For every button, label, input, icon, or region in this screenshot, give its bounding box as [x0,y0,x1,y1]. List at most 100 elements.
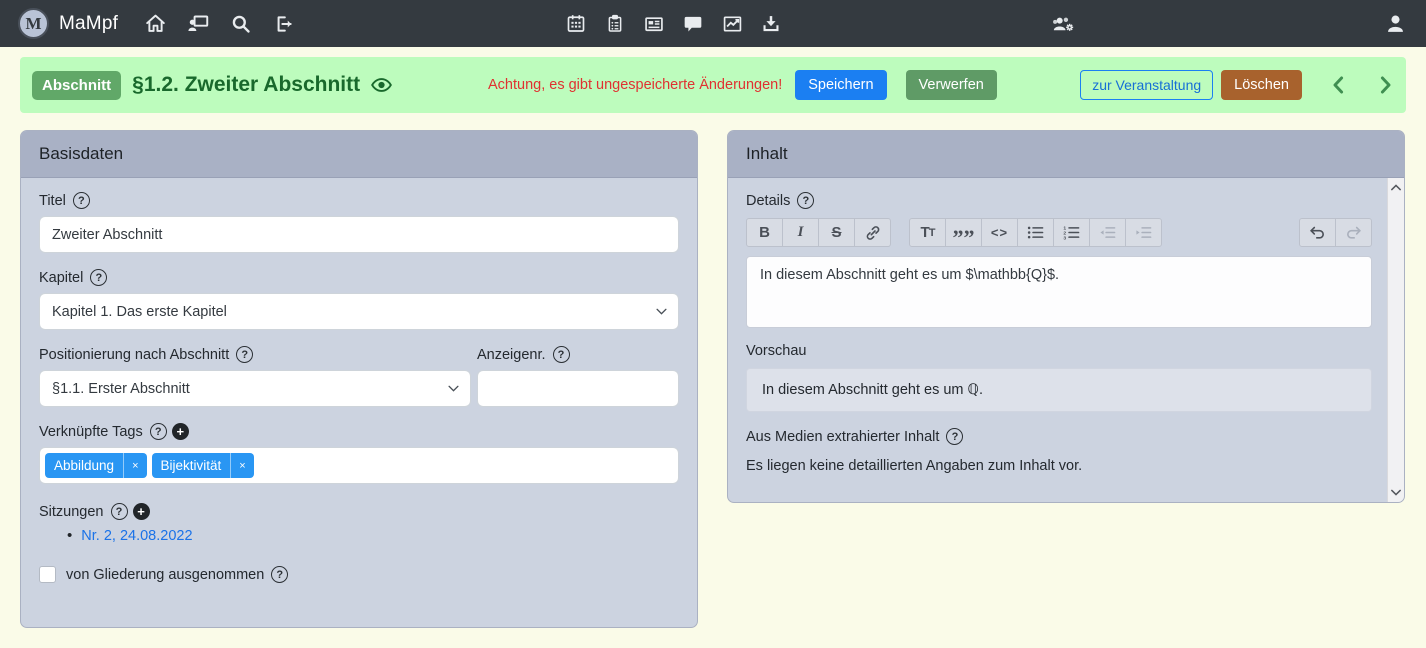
position-row: Positionierung nach Abschnitt ? §1.1. Er… [39,346,679,407]
bold-button[interactable]: B [746,218,783,247]
tags-help-icon[interactable]: ? [149,423,167,440]
extracted-help-icon[interactable]: ? [946,428,964,445]
tags-label-row: Verknüpfte Tags ? + [39,423,679,440]
anzeigenr-help-icon[interactable]: ? [552,346,570,363]
numbered-list-button[interactable]: 123 [1053,218,1090,247]
details-label: Details [746,192,791,209]
bullet-icon: • [67,527,73,544]
details-editor[interactable]: In diesem Abschnitt geht es um $\mathbb{… [746,256,1372,328]
basisdaten-body: Titel ? Kapitel ? Kapitel 1. Das erste K… [21,178,697,627]
vorschau-label: Vorschau [746,343,807,359]
text-style-group: B I S [746,218,891,247]
position-help-icon[interactable]: ? [236,346,254,363]
comment-icon[interactable] [680,11,706,37]
nav-admin-group [1050,11,1076,37]
user-icon[interactable] [1382,11,1408,37]
gliederung-help-icon[interactable]: ? [271,566,289,583]
position-label: Positionierung nach Abschnitt [39,346,230,363]
undo-button[interactable] [1299,218,1336,247]
sitzungen-label: Sitzungen [39,503,104,520]
delete-button[interactable]: Löschen [1221,70,1302,100]
inhalt-body: Details ? B I S TT ”” <> 123 In diesem A… [728,178,1404,502]
sitzungen-group: Sitzungen ? + • Nr. 2, 24.08.2022 [39,503,679,544]
anzeigenr-label: Anzeigenr. [477,346,546,363]
newspaper-icon[interactable] [641,11,667,37]
heading-button[interactable]: TT [909,218,946,247]
kapitel-help-icon[interactable]: ? [90,269,108,286]
anzeigenr-input[interactable] [477,370,679,407]
tags-label: Verknüpfte Tags [39,423,143,440]
tag-label: Bijektivität [160,458,222,473]
to-event-button[interactable]: zur Veranstaltung [1080,70,1214,100]
block-style-group: TT ”” <> 123 [909,218,1162,248]
brand[interactable]: M MaMpf [18,8,118,39]
italic-button[interactable]: I [782,218,819,247]
kapitel-label: Kapitel [39,269,84,286]
extracted-label: Aus Medien extrahierter Inhalt [746,428,940,445]
anzeigenr-group: Anzeigenr. ? [477,346,679,407]
sign-out-icon[interactable] [271,11,297,37]
code-button[interactable]: <> [981,218,1018,247]
chevron-right-icon[interactable] [1375,72,1396,98]
unsaved-warning: Achtung, es gibt ungespeicherte Änderung… [488,77,783,93]
alert-right-group: zur Veranstaltung Löschen [1080,70,1396,100]
position-select[interactable]: §1.1. Erster Abschnitt [39,370,471,407]
tag-label: Abbildung [54,458,115,473]
clipboard-list-icon[interactable] [602,11,628,37]
svg-text:1: 1 [1063,226,1066,232]
add-sitzung-icon[interactable]: + [132,503,150,520]
position-group: Positionierung nach Abschnitt ? §1.1. Er… [39,346,471,407]
titel-input[interactable] [39,216,679,253]
chevron-down-icon [656,308,667,315]
page-title: §1.2. Zweiter Abschnitt [132,73,361,96]
titel-help-icon[interactable]: ? [72,192,90,209]
inhalt-panel: Inhalt Details ? B I S TT ”” <> 1 2 3 In… [727,130,1405,503]
vorschau-period: . [978,382,983,398]
panel-scrollbar[interactable] [1387,178,1404,502]
quote-button[interactable]: ”” [945,218,982,248]
users-gear-icon[interactable] [1050,11,1076,37]
home-icon[interactable] [142,11,168,37]
eye-icon[interactable] [369,74,394,96]
scroll-down-icon[interactable] [1388,484,1404,501]
download-icon[interactable] [758,11,784,37]
strikethrough-button[interactable]: S [818,218,855,247]
link-button[interactable] [854,218,891,247]
sitzungen-label-row: Sitzungen ? + [39,503,679,520]
search-icon[interactable] [228,11,254,37]
gliederung-checkbox[interactable] [39,566,56,583]
vorschau-text: In diesem Abschnitt geht es um [762,382,968,398]
outdent-button[interactable] [1089,218,1126,247]
tags-group: Verknüpfte Tags ? + Abbildung × Bijektiv… [39,423,679,484]
vorschau-math-symbol: ℚ [967,382,979,398]
svg-text:3: 3 [1063,236,1066,240]
nav-center-group [563,11,784,37]
gliederung-row: von Gliederung ausgenommen ? [39,566,679,583]
calendar-icon[interactable] [563,11,589,37]
screen-user-icon[interactable] [185,11,211,37]
bullet-list-button[interactable] [1017,218,1054,247]
chevron-left-icon[interactable] [1328,72,1349,98]
tags-input[interactable]: Abbildung × Bijektivität × [39,447,679,484]
scroll-up-icon[interactable] [1388,179,1404,196]
redo-button[interactable] [1335,218,1372,247]
sitzungen-help-icon[interactable]: ? [110,503,128,520]
indent-button[interactable] [1125,218,1162,247]
titel-label-row: Titel ? [39,192,679,209]
add-tag-icon[interactable]: + [171,423,189,440]
remove-tag-icon[interactable]: × [123,453,146,478]
nav-left-group [142,11,297,37]
titel-label: Titel [39,192,66,209]
kapitel-group: Kapitel ? Kapitel 1. Das erste Kapitel [39,269,679,330]
nav-user-group [1382,11,1408,37]
discard-button[interactable]: Verwerfen [905,70,997,100]
list-item: • Nr. 2, 24.08.2022 [67,527,679,544]
sitzung-link[interactable]: Nr. 2, 24.08.2022 [81,528,192,544]
kapitel-select[interactable]: Kapitel 1. Das erste Kapitel [39,293,679,330]
editor-toolbar: B I S TT ”” <> 123 [746,218,1372,248]
vorschau-preview: In diesem Abschnitt geht es um ℚ. [746,368,1372,412]
details-help-icon[interactable]: ? [797,192,815,209]
save-button[interactable]: Speichern [795,70,887,100]
chart-line-icon[interactable] [719,11,745,37]
remove-tag-icon[interactable]: × [230,453,253,478]
